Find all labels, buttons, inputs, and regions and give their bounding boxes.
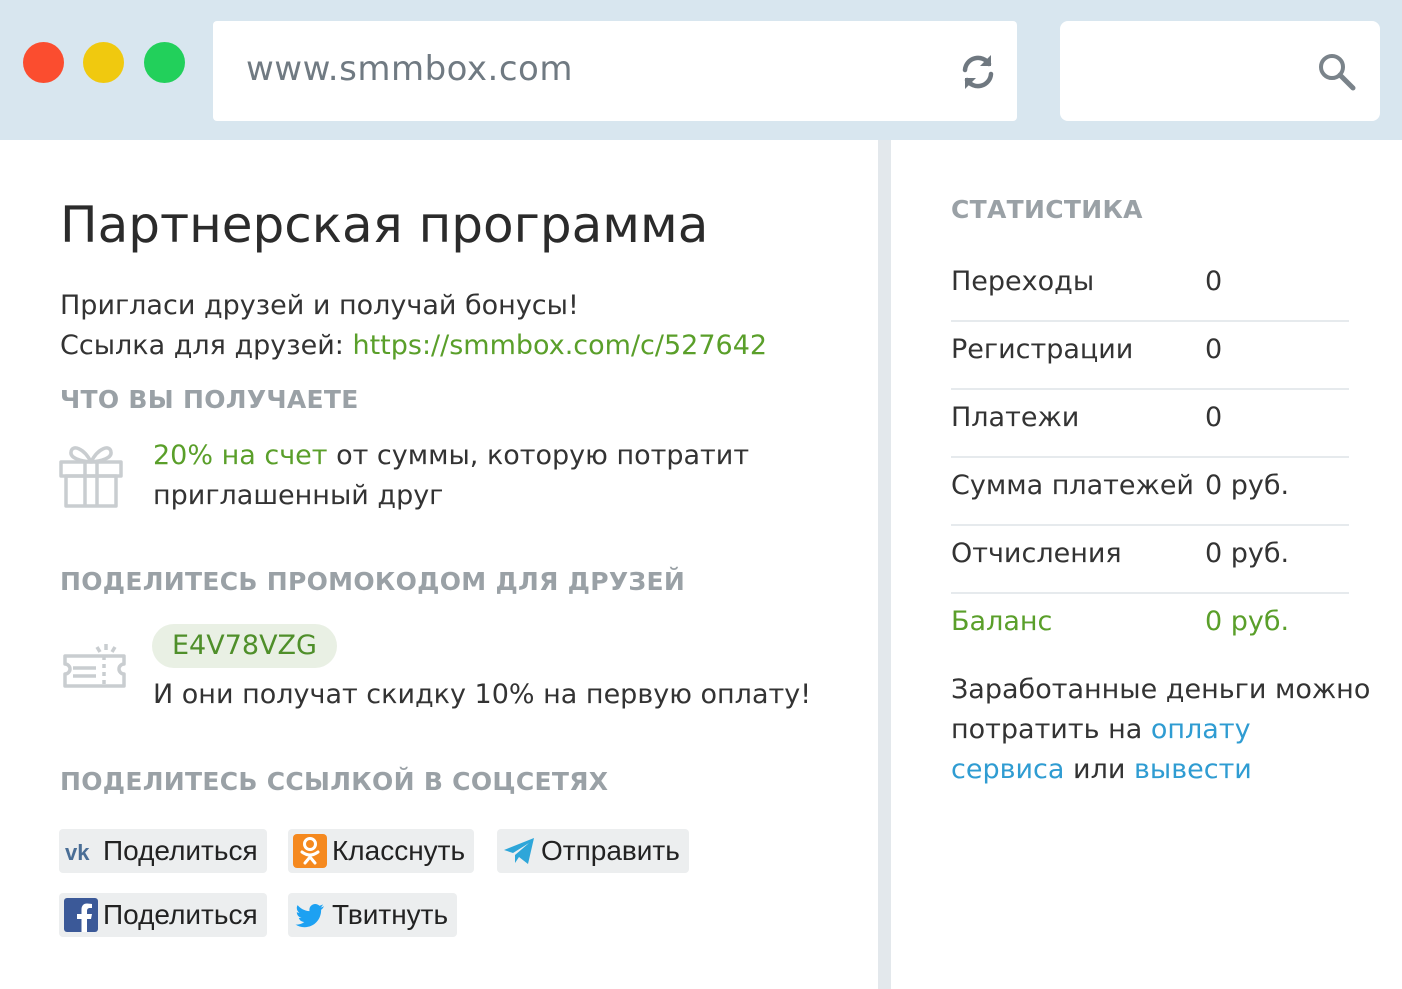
stat-label: Отчисления — [951, 538, 1122, 569]
stat-row-payments-sum: Сумма платежей 0 руб. — [951, 458, 1349, 526]
ticket-icon — [63, 644, 126, 688]
facebook-icon — [64, 898, 98, 932]
benefit-highlight: 20% на счет — [153, 440, 328, 471]
address-bar[interactable]: www.smmbox.com — [213, 21, 1017, 121]
stat-row-clicks: Переходы 0 — [951, 254, 1349, 322]
reload-icon[interactable] — [957, 51, 999, 93]
facebook-share-label: Поделиться — [103, 899, 258, 930]
stat-label: Регистрации — [951, 334, 1134, 365]
minimize-window-button[interactable] — [83, 42, 124, 83]
stat-value: 0 руб. — [1205, 606, 1290, 637]
stat-row-payments: Платежи 0 — [951, 390, 1349, 458]
vk-share-button[interactable]: vk Поделиться — [59, 829, 267, 873]
vk-icon: vk — [65, 840, 90, 865]
stat-row-commissions: Отчисления 0 руб. — [951, 526, 1349, 594]
stat-value: 0 — [1205, 402, 1223, 433]
statistics-panel: СТАТИСТИКА Переходы 0 Регистрации 0 Плат… — [891, 140, 1402, 989]
ok-share-label: Класснуть — [332, 835, 466, 866]
browser-toolbar: www.smmbox.com — [0, 0, 1402, 140]
promo-heading: ПОДЕЛИТЕСЬ ПРОМОКОДОМ ДЛЯ ДРУЗЕЙ — [60, 567, 686, 596]
stat-label: Сумма платежей — [951, 470, 1194, 501]
svg-text:vk: vk — [65, 840, 90, 865]
statistics-heading: СТАТИСТИКА — [951, 195, 1143, 224]
facebook-share-button[interactable]: Поделиться — [59, 893, 267, 937]
promo-note: И они получат скидку 10% на первую оплат… — [153, 679, 812, 710]
intro-text: Пригласи друзей и получай бонусы! Ссылка… — [60, 286, 767, 366]
twitter-icon — [295, 904, 324, 928]
benefit-text-line2: приглашенный друг — [153, 480, 444, 511]
address-url: www.smmbox.com — [246, 49, 573, 89]
earnings-text-or: или — [1064, 754, 1134, 785]
twitter-share-button[interactable]: Твитнуть — [288, 893, 458, 937]
benefit-text-rest: от суммы, которую потратит — [327, 440, 750, 471]
stat-value: 0 — [1205, 334, 1223, 365]
search-box[interactable] — [1060, 21, 1380, 121]
gift-icon — [59, 446, 123, 508]
page-title: Партнерская программа — [60, 196, 709, 254]
telegram-icon — [504, 838, 534, 864]
benefit-heading: ЧТО ВЫ ПОЛУЧАЕТЕ — [60, 385, 359, 414]
vk-share-label: Поделиться — [103, 835, 258, 866]
stat-value: 0 руб. — [1205, 538, 1290, 569]
referral-link[interactable]: https://smmbox.com/c/527642 — [352, 330, 767, 361]
maximize-window-button[interactable] — [144, 42, 185, 83]
telegram-share-button[interactable]: Отправить — [497, 829, 689, 873]
stat-label: Платежи — [951, 402, 1080, 433]
stat-label: Баланс — [951, 606, 1053, 637]
search-icon[interactable] — [1316, 51, 1358, 93]
stat-label: Переходы — [951, 266, 1095, 297]
referral-link-line: Ссылка для друзей: https://smmbox.com/c/… — [60, 326, 767, 366]
intro-line: Пригласи друзей и получай бонусы! — [60, 290, 579, 321]
stat-value: 0 руб. — [1205, 470, 1290, 501]
odnoklassniki-icon — [293, 834, 327, 868]
ok-share-button[interactable]: Класснуть — [288, 829, 475, 873]
stat-row-registrations: Регистрации 0 — [951, 322, 1349, 390]
benefit-text: 20% на счет от суммы, которую потратит п… — [153, 436, 749, 516]
panel-divider — [878, 140, 891, 989]
promo-code[interactable]: E4V78VZG — [152, 624, 337, 668]
partner-program-panel: Партнерская программа Пригласи друзей и … — [0, 140, 878, 989]
earnings-note: Заработанные деньги можно потратить на о… — [951, 670, 1371, 790]
stat-value: 0 — [1205, 266, 1223, 297]
twitter-share-label: Твитнуть — [332, 899, 449, 930]
close-window-button[interactable] — [23, 42, 64, 83]
withdraw-link[interactable]: вывести — [1134, 754, 1252, 785]
referral-link-label: Ссылка для друзей: — [60, 330, 353, 361]
share-heading: ПОДЕЛИТЕСЬ ССЫЛКОЙ В СОЦСЕТЯХ — [60, 767, 609, 796]
telegram-share-label: Отправить — [541, 835, 680, 866]
stat-row-balance: Баланс 0 руб. — [951, 594, 1349, 662]
